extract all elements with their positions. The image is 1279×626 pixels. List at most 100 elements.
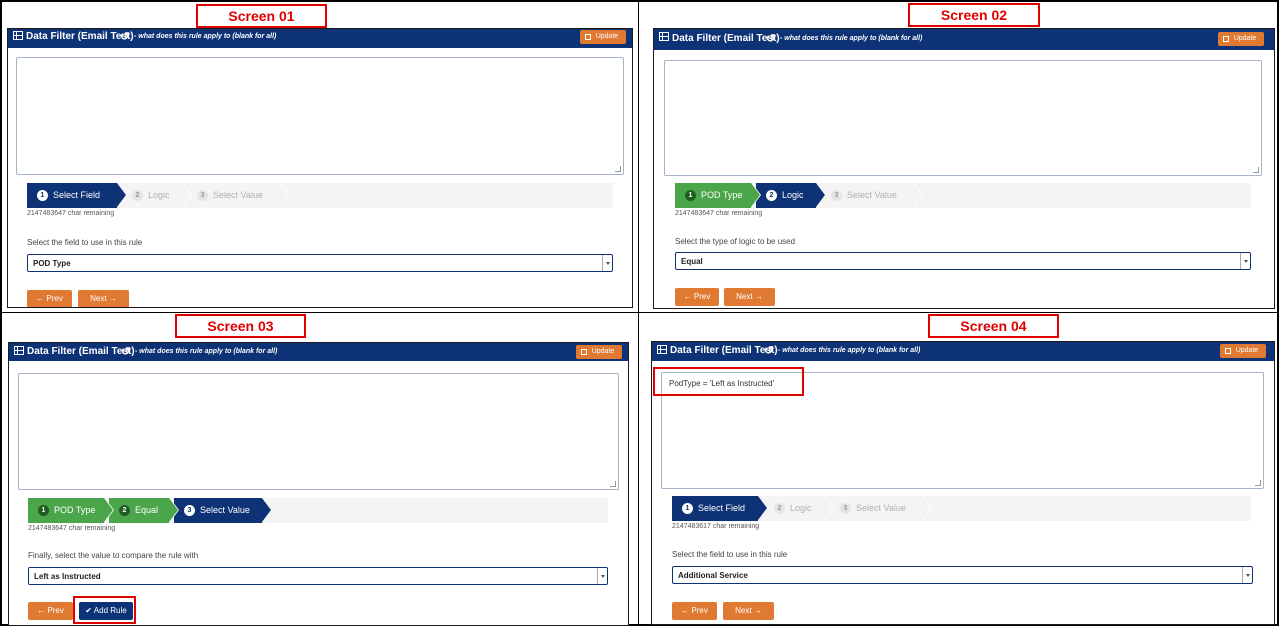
panel-title: Data Filter (Email Test): [26, 31, 134, 42]
step-prompt: Select the type of logic to be used: [675, 237, 796, 246]
prev-button[interactable]: ← Prev: [27, 290, 72, 307]
panel-header: Data Filter (Email Test) ↺ - what does t…: [652, 342, 1274, 361]
step-label: Select Value: [213, 190, 263, 200]
update-button[interactable]: Update: [1218, 32, 1264, 46]
step-1[interactable]: 1 POD Type: [28, 498, 114, 523]
table-icon: [657, 345, 667, 354]
next-button[interactable]: Next →: [723, 602, 774, 620]
arrow-right-icon: →: [754, 292, 763, 301]
chars-remaining: 2147483647 char remaining: [28, 525, 116, 532]
step-number: 1: [37, 190, 48, 201]
reset-icon[interactable]: ↺: [764, 344, 773, 357]
reset-icon[interactable]: ↺: [766, 32, 775, 45]
panel-header: Data Filter (Email Test) ↺ - what does t…: [654, 29, 1274, 50]
resize-grip-icon[interactable]: [1253, 167, 1259, 173]
next-button[interactable]: Next →: [724, 288, 775, 306]
step-3[interactable]: 3 Select Value: [187, 183, 289, 208]
screen-label-3: Screen 03: [175, 314, 306, 338]
panel-title: Data Filter (Email Test): [672, 33, 780, 44]
step-2[interactable]: 2 Equal: [109, 498, 179, 523]
panel-subtitle: - what does this rule apply to (blank fo…: [135, 348, 278, 355]
wizard-steps: 1 POD Type 2 Logic 3 Select Value: [675, 183, 1251, 208]
step-prompt: Finally, select the value to compare the…: [28, 551, 199, 560]
panel-subtitle: - what does this rule apply to (blank fo…: [780, 35, 923, 42]
step-3[interactable]: 3 Select Value: [830, 496, 932, 521]
reset-icon[interactable]: ↺: [121, 345, 130, 358]
field-select[interactable]: Additional Service: [672, 566, 1253, 584]
step-number: 3: [831, 190, 842, 201]
panel-title: Data Filter (Email Test): [670, 345, 778, 356]
step-2[interactable]: 2 Logic: [764, 496, 834, 521]
step-3[interactable]: 3 Select Value: [174, 498, 272, 523]
step-prompt: Select the field to use in this rule: [672, 550, 788, 559]
table-icon: [14, 346, 24, 355]
prev-label: Prev: [47, 606, 64, 615]
next-label: Next: [736, 292, 753, 301]
step-2[interactable]: 2 Logic: [122, 183, 192, 208]
wizard-steps: 1 POD Type 2 Equal 3 Select Value: [28, 498, 608, 523]
prev-button[interactable]: ← Prev: [28, 602, 73, 620]
prev-button[interactable]: ← Prev: [675, 288, 719, 306]
step-1[interactable]: 1 Select Field: [27, 183, 127, 208]
step-label: POD Type: [701, 190, 743, 200]
panel-subtitle: - what does this rule apply to (blank fo…: [778, 347, 921, 354]
vertical-divider: [638, 2, 639, 624]
panel-title: Data Filter (Email Test): [27, 346, 135, 357]
arrow-left-icon: ←: [36, 294, 45, 303]
rule-textarea[interactable]: [664, 60, 1262, 176]
field-select[interactable]: POD Type: [27, 254, 613, 272]
save-icon: [1225, 348, 1231, 354]
rule-text-highlight: [653, 367, 804, 396]
next-label: Next: [90, 294, 107, 303]
select-value: Additional Service: [678, 571, 748, 580]
rule-textarea[interactable]: [18, 373, 619, 490]
value-select[interactable]: Left as Instructed: [28, 567, 608, 585]
step-prompt: Select the field to use in this rule: [27, 238, 143, 247]
arrow-left-icon: ←: [37, 606, 46, 615]
prev-label: Prev: [46, 294, 63, 303]
screen-02-panel: Data Filter (Email Test) ↺ - what does t…: [653, 28, 1275, 309]
rule-textarea[interactable]: [16, 57, 624, 175]
reset-icon[interactable]: ↺: [120, 30, 129, 43]
step-2[interactable]: 2 Logic: [756, 183, 826, 208]
step-number: 1: [685, 190, 696, 201]
panel-subtitle: - what does this rule apply to (blank fo…: [134, 33, 277, 40]
logic-select[interactable]: Equal: [675, 252, 1251, 270]
step-number: 1: [682, 503, 693, 514]
table-icon: [13, 31, 23, 40]
step-number: 3: [184, 505, 195, 516]
next-label: Next: [735, 606, 752, 615]
step-3[interactable]: 3 Select Value: [821, 183, 923, 208]
select-value: Equal: [681, 257, 703, 266]
step-number: 3: [840, 503, 851, 514]
prev-label: Prev: [693, 292, 711, 301]
step-number: 2: [774, 503, 785, 514]
chevron-down-icon: [1242, 567, 1252, 583]
add-rule-highlight: [73, 596, 136, 624]
prev-button[interactable]: ← Prev: [672, 602, 717, 620]
resize-grip-icon[interactable]: [615, 166, 621, 172]
panel-header: Data Filter (Email Test) ↺ - what does t…: [8, 29, 632, 48]
step-number: 2: [132, 190, 143, 201]
arrow-right-icon: →: [753, 606, 762, 615]
step-number: 3: [197, 190, 208, 201]
select-value: POD Type: [33, 259, 71, 268]
resize-grip-icon[interactable]: [1255, 480, 1261, 486]
update-button-label: Update: [1235, 347, 1259, 354]
step-label: Logic: [782, 190, 804, 200]
update-button[interactable]: Update: [1220, 344, 1266, 358]
resize-grip-icon[interactable]: [610, 481, 616, 487]
update-button-label: Update: [591, 348, 615, 355]
step-1[interactable]: 1 POD Type: [675, 183, 761, 208]
step-label: Select Field: [53, 190, 101, 200]
screen-03-panel: Data Filter (Email Test) ↺ - what does t…: [8, 342, 629, 626]
step-label: Select Value: [856, 503, 906, 513]
update-button[interactable]: Update: [580, 30, 626, 44]
update-button[interactable]: Update: [576, 345, 622, 359]
chevron-down-icon: [597, 568, 607, 584]
screen-label-2: Screen 02: [908, 3, 1040, 27]
save-icon: [1223, 36, 1229, 42]
next-button[interactable]: Next →: [78, 290, 129, 307]
step-1[interactable]: 1 Select Field: [672, 496, 768, 521]
step-label: Select Value: [847, 190, 897, 200]
